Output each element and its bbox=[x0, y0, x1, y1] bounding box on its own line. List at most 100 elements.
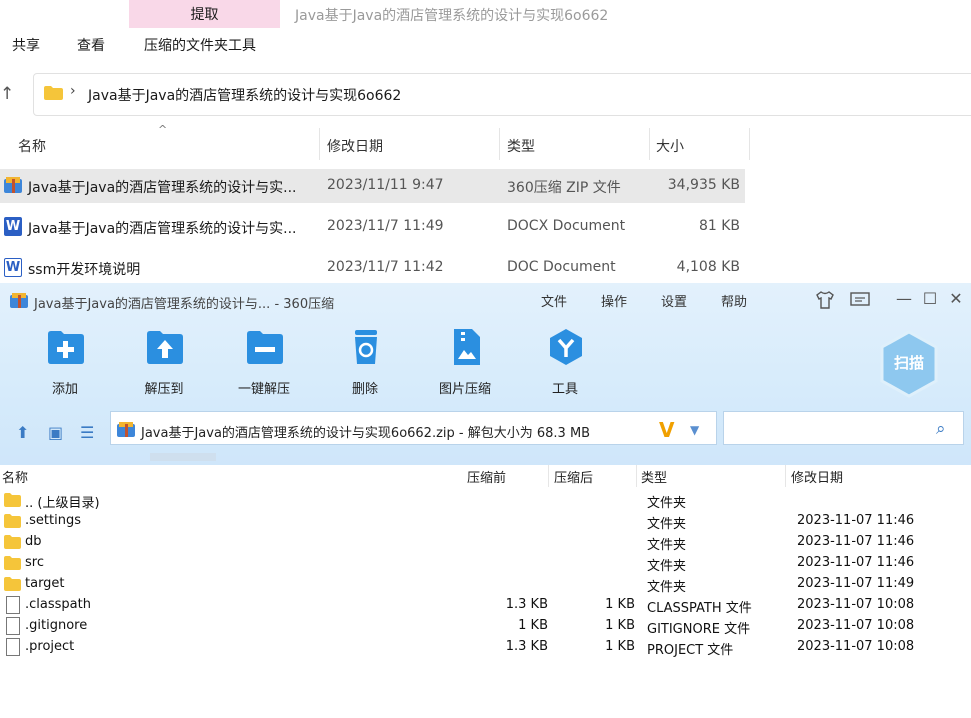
column-header-name[interactable]: 名称 bbox=[18, 136, 46, 156]
item-modified: 2023-11-07 11:49 bbox=[797, 576, 915, 591]
item-size-after: 1 KB bbox=[605, 618, 635, 633]
delete-button[interactable]: 删除 bbox=[325, 328, 405, 398]
up-level-icon[interactable]: ⬆ bbox=[16, 423, 29, 442]
close-icon[interactable]: ✕ bbox=[945, 289, 967, 308]
column-header-modified[interactable]: 修改日期 bbox=[791, 467, 843, 486]
menu-file[interactable]: 文件 bbox=[541, 291, 567, 310]
column-header-type[interactable]: 类型 bbox=[641, 467, 667, 486]
tools-icon bbox=[550, 329, 582, 365]
one-click-extract-button[interactable]: 一键解压 bbox=[224, 328, 304, 398]
list-item[interactable]: db 文件夹 2023-11-07 11:46 bbox=[0, 532, 971, 553]
menu-view[interactable]: 查看 bbox=[77, 35, 105, 55]
file-size: 34,935 KB bbox=[667, 177, 740, 193]
menu-compressed-folder-tools[interactable]: 压缩的文件夹工具 bbox=[144, 35, 256, 55]
column-divider[interactable] bbox=[319, 128, 320, 160]
list-item[interactable]: .classpath 1.3 KB 1 KB CLASSPATH 文件 2023… bbox=[0, 595, 971, 616]
file-size: 4,108 KB bbox=[676, 259, 740, 275]
v-logo-icon[interactable]: V bbox=[659, 418, 674, 442]
item-name: .settings bbox=[25, 513, 81, 528]
column-divider[interactable] bbox=[548, 465, 549, 487]
dropdown-arrow-icon[interactable]: ▼ bbox=[690, 423, 699, 437]
sort-ascending-icon: ^ bbox=[158, 123, 168, 136]
search-icon[interactable]: ⌕ bbox=[936, 419, 946, 439]
item-type: 文件夹 bbox=[647, 580, 687, 595]
window-title: Java基于Java的酒店管理系统的设计与实现6o662 bbox=[295, 8, 609, 24]
list-item[interactable]: .settings 文件夹 2023-11-07 11:46 bbox=[0, 511, 971, 532]
list-item[interactable]: target 文件夹 2023-11-07 11:49 bbox=[0, 574, 971, 595]
column-divider[interactable] bbox=[785, 465, 786, 487]
file-icon bbox=[6, 596, 20, 614]
item-type: 文件夹 bbox=[647, 538, 687, 553]
folder-icon bbox=[4, 514, 21, 528]
list-item[interactable]: .gitignore 1 KB 1 KB GITIGNORE 文件 2023-1… bbox=[0, 616, 971, 637]
column-header-name[interactable]: 名称 bbox=[2, 467, 28, 486]
menu-help[interactable]: 帮助 bbox=[721, 291, 747, 310]
skin-icon[interactable] bbox=[815, 291, 835, 309]
word-docx-icon: W bbox=[4, 217, 22, 236]
delete-icon bbox=[355, 330, 377, 364]
extract-to-button[interactable]: 解压到 bbox=[124, 328, 204, 398]
zip-archive-icon bbox=[10, 293, 28, 308]
item-size-before: 1 KB bbox=[518, 618, 548, 633]
column-divider[interactable] bbox=[636, 465, 637, 487]
folder-icon bbox=[4, 493, 21, 507]
window-title: Java基于Java的酒店管理系统的设计与... - 360压缩 bbox=[34, 297, 335, 312]
file-name: ssm开发环境说明 bbox=[28, 262, 141, 278]
breadcrumb-chevron-icon: › bbox=[70, 83, 76, 99]
file-modified: 2023/11/7 11:42 bbox=[327, 259, 444, 275]
file-row[interactable]: W Java基于Java的酒店管理系统的设计与实... 2023/11/7 11… bbox=[0, 210, 745, 244]
file-name: Java基于Java的酒店管理系统的设计与实... bbox=[28, 180, 297, 196]
item-name: target bbox=[25, 576, 65, 591]
image-compress-button[interactable]: 图片压缩 bbox=[425, 328, 505, 398]
search-input[interactable] bbox=[723, 411, 964, 445]
column-divider[interactable] bbox=[649, 128, 650, 160]
horizontal-scrollbar[interactable] bbox=[150, 453, 216, 461]
add-button[interactable]: 添加 bbox=[25, 328, 105, 398]
item-size-after: 1 KB bbox=[605, 597, 635, 612]
delete-label: 删除 bbox=[351, 382, 378, 397]
item-name: src bbox=[25, 555, 44, 570]
ribbon-tab-extract[interactable]: 提取 bbox=[129, 0, 280, 28]
menu-share[interactable]: 共享 bbox=[12, 35, 40, 55]
column-header-modified[interactable]: 修改日期 bbox=[327, 136, 383, 156]
column-divider[interactable] bbox=[499, 128, 500, 160]
scan-button[interactable]: 扫描 bbox=[878, 330, 940, 398]
breadcrumb[interactable]: Java基于Java的酒店管理系统的设计与实现6o662 bbox=[88, 85, 401, 105]
item-name: db bbox=[25, 534, 42, 549]
item-modified: 2023-11-07 11:46 bbox=[797, 555, 915, 570]
column-header-size[interactable]: 大小 bbox=[656, 136, 684, 156]
menu-operation[interactable]: 操作 bbox=[601, 291, 627, 310]
maximize-icon[interactable]: ☐ bbox=[919, 289, 941, 308]
item-size-before: 1.3 KB bbox=[505, 639, 548, 654]
menu-settings[interactable]: 设置 bbox=[661, 291, 687, 310]
zip-archive-icon bbox=[4, 177, 22, 193]
thumbnail-view-icon[interactable]: ▣ bbox=[48, 423, 63, 442]
file-name: Java基于Java的酒店管理系统的设计与实... bbox=[28, 221, 297, 237]
column-header-after[interactable]: 压缩后 bbox=[554, 467, 593, 486]
list-view-icon[interactable]: ☰ bbox=[80, 423, 94, 442]
item-size-before: 1.3 KB bbox=[505, 597, 548, 612]
list-item[interactable]: .. (上级目录) 文件夹 bbox=[0, 490, 971, 511]
file-type: DOC Document bbox=[507, 259, 616, 275]
file-icon bbox=[6, 617, 20, 635]
list-item[interactable]: src 文件夹 2023-11-07 11:46 bbox=[0, 553, 971, 574]
list-item[interactable]: .project 1.3 KB 1 KB PROJECT 文件 2023-11-… bbox=[0, 637, 971, 658]
item-type: 文件夹 bbox=[647, 496, 687, 511]
item-modified: 2023-11-07 11:46 bbox=[797, 513, 915, 528]
file-size: 81 KB bbox=[698, 218, 740, 234]
file-row[interactable]: Java基于Java的酒店管理系统的设计与实... 2023/11/11 9:4… bbox=[0, 169, 745, 203]
item-size-after: 1 KB bbox=[605, 639, 635, 654]
column-header-type[interactable]: 类型 bbox=[507, 136, 535, 156]
minimize-icon[interactable]: — bbox=[893, 289, 915, 308]
file-row[interactable]: W ssm开发环境说明 2023/11/7 11:42 DOC Document… bbox=[0, 251, 745, 285]
feedback-icon[interactable] bbox=[850, 292, 870, 308]
column-header-before[interactable]: 压缩前 bbox=[467, 467, 506, 486]
file-modified: 2023/11/7 11:49 bbox=[327, 218, 444, 234]
extract-to-label: 解压到 bbox=[144, 382, 184, 397]
up-arrow-icon[interactable]: ↑ bbox=[0, 84, 14, 104]
item-type: GITIGNORE 文件 bbox=[647, 622, 751, 637]
tools-button[interactable]: 工具 bbox=[525, 328, 605, 398]
column-divider[interactable] bbox=[749, 128, 750, 160]
zip-archive-icon bbox=[117, 422, 135, 437]
word-doc-icon: W bbox=[4, 258, 22, 277]
